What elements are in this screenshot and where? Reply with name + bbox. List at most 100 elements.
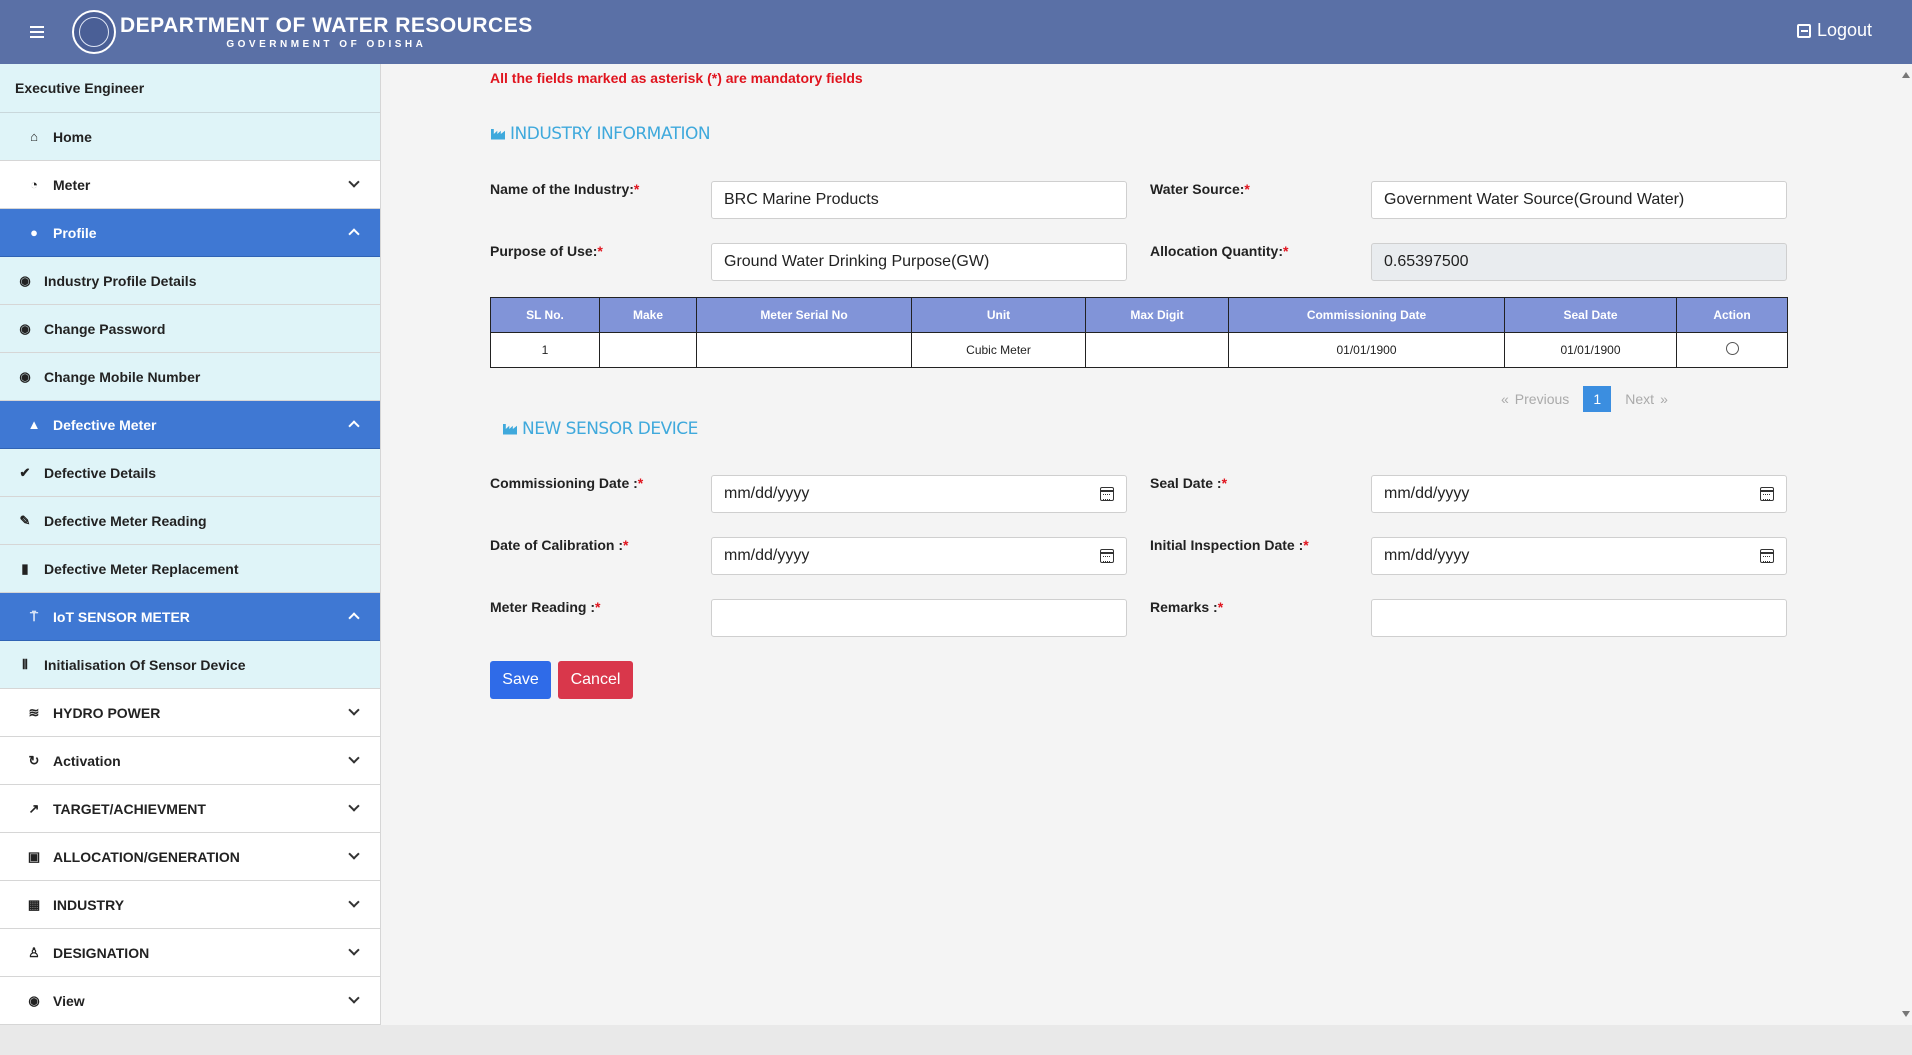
- vertical-scrollbar[interactable]: [1900, 64, 1912, 1025]
- sidebar-item-change-mobile-number[interactable]: ◉ Change Mobile Number: [0, 353, 380, 401]
- home-icon: ⌂: [30, 129, 38, 144]
- sidebar-item-change-password[interactable]: ◉ Change Password: [0, 305, 380, 353]
- commissioning-date-input[interactable]: mm/dd/yyyy: [711, 475, 1127, 513]
- odisha-emblem-logo: [72, 10, 116, 54]
- purpose-field[interactable]: Ground Water Drinking Purpose(GW): [711, 243, 1127, 281]
- sidebar-item-defective-meter[interactable]: ▲ Defective Meter: [0, 401, 380, 449]
- calendar-icon[interactable]: [1760, 549, 1774, 563]
- commissioning-date-label: Commissioning Date :*: [490, 475, 644, 491]
- col-unit: Unit: [911, 297, 1086, 333]
- chevron-up-icon: [348, 228, 360, 240]
- chevron-down-icon: [348, 848, 360, 860]
- allocation-label: Allocation Quantity:*: [1150, 243, 1289, 259]
- sidebar-item-industry[interactable]: ▦ INDUSTRY: [0, 881, 380, 929]
- save-button[interactable]: Save: [490, 661, 551, 699]
- pagination: « Previous 1 Next »: [1501, 386, 1668, 412]
- calendar-icon[interactable]: [1100, 487, 1114, 501]
- sidebar-item-defective-details[interactable]: ✔ Defective Details: [0, 449, 380, 497]
- sidebar-item-defective-meter-reading[interactable]: ✎ Defective Meter Reading: [0, 497, 380, 545]
- col-make: Make: [599, 297, 697, 333]
- table-row: 1 Cubic Meter 01/01/1900 01/01/1900: [490, 332, 1788, 368]
- gauge-icon: ◔: [30, 177, 38, 192]
- meter-reading-input[interactable]: [711, 599, 1127, 637]
- sensor-icon: ⍑: [30, 608, 38, 624]
- person-icon: ♙: [28, 944, 40, 960]
- logout-button[interactable]: Logout: [1796, 20, 1872, 41]
- cell-commissioning-date: 01/01/1900: [1228, 332, 1505, 368]
- sidebar-item-activation[interactable]: ↻ Activation: [0, 737, 380, 785]
- account-circle-icon: ◉: [19, 368, 31, 384]
- waveform-icon: ⦀: [22, 656, 28, 672]
- calendar-icon[interactable]: [1760, 487, 1774, 501]
- brand: DEPARTMENT OF WATER RESOURCES GOVERNMENT…: [120, 14, 533, 50]
- cell-max-digit: [1085, 332, 1229, 368]
- sidebar-item-defective-meter-replacement[interactable]: ▮ Defective Meter Replacement: [0, 545, 380, 593]
- building-icon: ▦: [27, 896, 41, 912]
- sidebar-item-view[interactable]: ◉ View: [0, 977, 380, 1025]
- bottom-strip: [0, 1025, 1912, 1055]
- col-seal-date: Seal Date: [1504, 297, 1677, 333]
- water-source-label: Water Source:*: [1150, 181, 1250, 197]
- prev-button[interactable]: Previous: [1515, 391, 1569, 407]
- purpose-label: Purpose of Use:*: [490, 243, 603, 259]
- chevron-down-icon: [348, 944, 360, 956]
- sidebar-item-designation[interactable]: ♙ DESIGNATION: [0, 929, 380, 977]
- refresh-icon: ↻: [28, 752, 40, 768]
- chevron-down-icon: [348, 752, 360, 764]
- sidebar: Executive Engineer ⌂ Home ◔ Meter ● Prof…: [0, 64, 381, 1025]
- top-header: DEPARTMENT OF WATER RESOURCES GOVERNMENT…: [0, 0, 1912, 64]
- calibration-date-input[interactable]: mm/dd/yyyy: [711, 537, 1127, 575]
- trend-icon: ↗: [28, 800, 40, 816]
- chevron-up-icon: [348, 420, 360, 432]
- brand-title: DEPARTMENT OF WATER RESOURCES: [120, 14, 533, 37]
- col-action: Action: [1676, 297, 1788, 333]
- calibration-date-label: Date of Calibration :*: [490, 537, 629, 553]
- col-commissioning-date: Commissioning Date: [1228, 297, 1505, 333]
- sidebar-item-initialisation-of-sensor-device[interactable]: ⦀ Initialisation Of Sensor Device: [0, 641, 380, 689]
- seal-date-input[interactable]: mm/dd/yyyy: [1371, 475, 1787, 513]
- sidebar-item-iot-sensor-meter[interactable]: ⍑ IoT SENSOR METER: [0, 593, 380, 641]
- cancel-button[interactable]: Cancel: [558, 661, 633, 699]
- mandatory-note: All the fields marked as asterisk (*) ar…: [490, 70, 863, 86]
- allocation-field: 0.65397500: [1371, 243, 1787, 281]
- waves-icon: ≋: [28, 704, 40, 720]
- menu-toggle-icon[interactable]: [30, 26, 52, 38]
- warning-icon: ▲: [27, 417, 41, 432]
- inspection-date-input[interactable]: mm/dd/yyyy: [1371, 537, 1787, 575]
- scroll-down-arrow-icon[interactable]: [1902, 1011, 1910, 1017]
- cell-make: [599, 332, 697, 368]
- scroll-up-arrow-icon[interactable]: [1902, 72, 1910, 78]
- main-content: All the fields marked as asterisk (*) ar…: [381, 64, 1900, 1025]
- water-source-field[interactable]: Government Water Source(Ground Water): [1371, 181, 1787, 219]
- remarks-input[interactable]: [1371, 599, 1787, 637]
- logout-label: Logout: [1816, 20, 1872, 40]
- sidebar-item-hydro-power[interactable]: ≋ HYDRO POWER: [0, 689, 380, 737]
- sidebar-item-industry-profile-details[interactable]: ◉ Industry Profile Details: [0, 257, 380, 305]
- sidebar-item-meter[interactable]: ◔ Meter: [0, 161, 380, 209]
- factory-icon: [491, 128, 505, 140]
- sidebar-item-profile[interactable]: ● Profile: [0, 209, 380, 257]
- chevron-down-icon: [348, 704, 360, 716]
- logout-icon: [1796, 23, 1811, 38]
- sidebar-item-allocation-generation[interactable]: ▣ ALLOCATION/GENERATION: [0, 833, 380, 881]
- cell-sl-no: 1: [490, 332, 600, 368]
- cell-seal-date: 01/01/1900: [1504, 332, 1677, 368]
- prev-arrow: «: [1501, 391, 1509, 407]
- next-arrow: »: [1660, 391, 1668, 407]
- select-radio[interactable]: [1725, 342, 1739, 355]
- chevron-up-icon: [348, 612, 360, 624]
- calendar-icon[interactable]: [1100, 549, 1114, 563]
- col-sl-no: SL No.: [490, 297, 600, 333]
- next-button[interactable]: Next: [1625, 391, 1654, 407]
- document-search-icon: ▣: [27, 848, 41, 864]
- user-role: Executive Engineer: [0, 64, 380, 113]
- industry-name-label: Name of the Industry:*: [490, 181, 640, 197]
- sidebar-item-home[interactable]: ⌂ Home: [0, 113, 380, 161]
- industry-name-field[interactable]: BRC Marine Products: [711, 181, 1127, 219]
- cell-unit: Cubic Meter: [911, 332, 1086, 368]
- page-1-button[interactable]: 1: [1583, 386, 1612, 412]
- sidebar-item-target-achievment[interactable]: ↗ TARGET/ACHIEVMENT: [0, 785, 380, 833]
- col-max-digit: Max Digit: [1085, 297, 1229, 333]
- chevron-down-icon: [348, 992, 360, 1004]
- factory-icon: [503, 423, 517, 435]
